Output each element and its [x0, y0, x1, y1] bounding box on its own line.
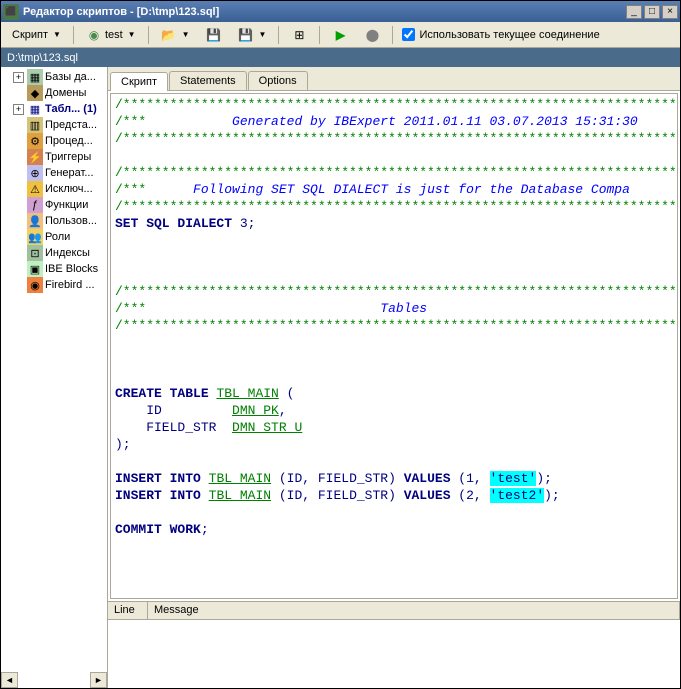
folder-open-icon: 📂: [161, 27, 177, 43]
file-path: D:\tmp\123.sql: [7, 52, 78, 64]
tree-item-triggers[interactable]: ⚡Триггеры: [3, 149, 105, 165]
separator: [392, 26, 393, 44]
maximize-button[interactable]: □: [644, 5, 660, 19]
save-icon: 💾: [238, 27, 254, 43]
separator: [148, 26, 149, 44]
run-button[interactable]: ▶: [325, 24, 355, 46]
window-title: Редактор скриптов - [D:\tmp\123.sql]: [23, 6, 624, 18]
editor-area: Скрипт Statements Options /*************…: [108, 67, 680, 688]
index-icon: ⊡: [27, 245, 43, 261]
checkbox-input[interactable]: [402, 28, 415, 41]
separator: [319, 26, 320, 44]
column-line[interactable]: Line: [108, 602, 148, 619]
save-button[interactable]: 💾: [199, 24, 229, 46]
table-icon: ▦: [27, 101, 43, 117]
app-icon: ⬛: [3, 4, 19, 20]
tree-item-views[interactable]: ▥Предста...: [3, 117, 105, 133]
code-editor-panel: /***************************************…: [110, 93, 678, 599]
domain-icon: ◆: [27, 85, 43, 101]
role-icon: 👥: [27, 229, 43, 245]
database-icon: ◉: [86, 27, 102, 43]
tree-item-tables[interactable]: +▦Табл... (1): [3, 101, 105, 117]
code-scroll-area[interactable]: /***************************************…: [111, 94, 677, 598]
view-icon: ▥: [27, 117, 43, 133]
tree-icon: ⊞: [291, 27, 307, 43]
expand-icon[interactable]: +: [13, 104, 24, 115]
database-icon: ▦: [27, 69, 43, 85]
scroll-right-button[interactable]: ►: [90, 672, 107, 688]
open-button[interactable]: 📂▼: [154, 24, 197, 46]
procedure-icon: ⚙: [27, 133, 43, 149]
tree-toggle-button[interactable]: ⊞: [284, 24, 314, 46]
messages-panel: Line Message: [108, 601, 680, 688]
function-icon: ƒ: [27, 197, 43, 213]
separator: [278, 26, 279, 44]
toolbar: Скрипт▼ ◉ test▼ 📂▼ 💾 💾▼ ⊞ ▶ ⬤ Использова…: [1, 22, 680, 48]
titlebar: ⬛ Редактор скриптов - [D:\tmp\123.sql] _…: [1, 1, 680, 22]
column-message[interactable]: Message: [148, 602, 680, 619]
object-tree: +▦Базы да... ◆Домены +▦Табл... (1) ▥Пред…: [1, 67, 107, 295]
close-button[interactable]: ×: [662, 5, 678, 19]
scroll-left-button[interactable]: ◄: [1, 672, 18, 688]
stop-icon: ⬤: [364, 27, 380, 43]
content-area: +▦Базы да... ◆Домены +▦Табл... (1) ▥Пред…: [1, 67, 680, 688]
messages-body[interactable]: [108, 620, 680, 688]
user-icon: 👤: [27, 213, 43, 229]
save-as-button[interactable]: 💾▼: [231, 24, 274, 46]
tree-item-ibe-blocks[interactable]: ▣IBE Blocks: [3, 261, 105, 277]
script-editor-window: ⬛ Редактор скриптов - [D:\tmp\123.sql] _…: [0, 0, 681, 689]
tab-options[interactable]: Options: [248, 71, 308, 90]
stop-button[interactable]: ⬤: [357, 24, 387, 46]
tree-item-users[interactable]: 👤Пользов...: [3, 213, 105, 229]
tree-item-functions[interactable]: ƒФункции: [3, 197, 105, 213]
script-menu-button[interactable]: Скрипт▼: [5, 24, 68, 46]
dropdown-arrow-icon: ▼: [182, 30, 190, 39]
minimize-button[interactable]: _: [626, 5, 642, 19]
dropdown-arrow-icon: ▼: [259, 30, 267, 39]
save-icon: 💾: [206, 27, 222, 43]
play-icon: ▶: [332, 27, 348, 43]
tree-item-domains[interactable]: ◆Домены: [3, 85, 105, 101]
tab-statements[interactable]: Statements: [169, 71, 247, 90]
tree-item-generators[interactable]: ⊕Генерат...: [3, 165, 105, 181]
sidebar-tree: +▦Базы да... ◆Домены +▦Табл... (1) ▥Пред…: [1, 67, 108, 688]
firebird-icon: ◉: [27, 277, 43, 293]
connection-dropdown[interactable]: ◉ test▼: [79, 24, 143, 46]
expand-icon[interactable]: +: [13, 72, 24, 83]
messages-header: Line Message: [108, 602, 680, 620]
separator: [73, 26, 74, 44]
dropdown-arrow-icon: ▼: [53, 30, 61, 39]
use-current-connection-checkbox[interactable]: Использовать текущее соединение: [402, 28, 599, 41]
exception-icon: ⚠: [27, 181, 43, 197]
path-bar: D:\tmp\123.sql: [1, 48, 680, 67]
code-editor[interactable]: /***************************************…: [111, 94, 677, 540]
editor-tabs: Скрипт Statements Options: [108, 67, 680, 91]
tree-item-roles[interactable]: 👥Роли: [3, 229, 105, 245]
tree-item-exceptions[interactable]: ⚠Исключ...: [3, 181, 105, 197]
tree-item-indexes[interactable]: ⊡Индексы: [3, 245, 105, 261]
dropdown-arrow-icon: ▼: [128, 30, 136, 39]
tree-item-firebird[interactable]: ◉Firebird ...: [3, 277, 105, 293]
generator-icon: ⊕: [27, 165, 43, 181]
trigger-icon: ⚡: [27, 149, 43, 165]
tree-item-procedures[interactable]: ⚙Процед...: [3, 133, 105, 149]
tab-script[interactable]: Скрипт: [110, 72, 168, 91]
block-icon: ▣: [27, 261, 43, 277]
tree-item-databases[interactable]: +▦Базы да...: [3, 69, 105, 85]
